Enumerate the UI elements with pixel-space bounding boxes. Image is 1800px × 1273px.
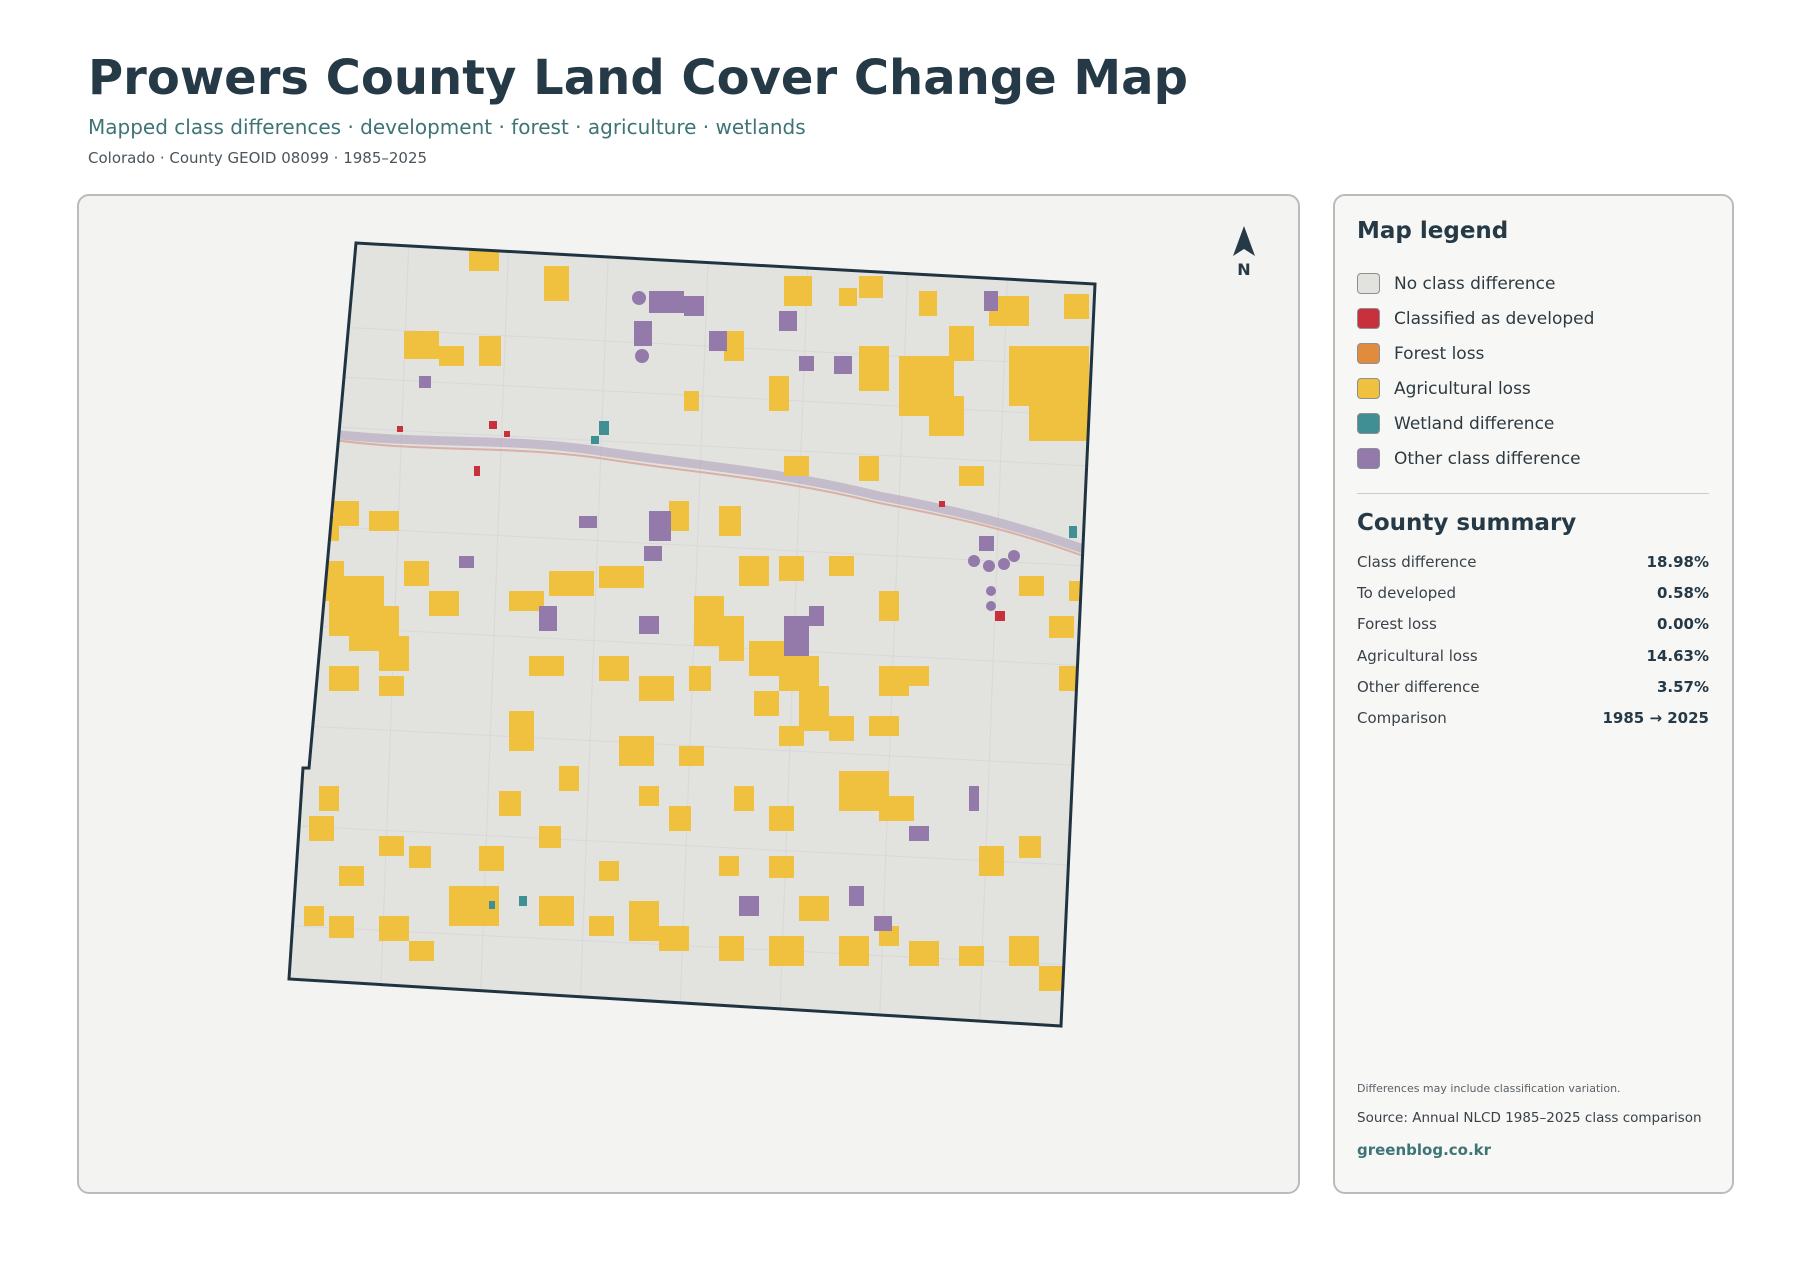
- legend-label: Wetland difference: [1394, 413, 1555, 434]
- legend-swatch: [1357, 413, 1380, 434]
- header: Prowers County Land Cover Change Map Map…: [88, 48, 1688, 168]
- summary-title: County summary: [1357, 510, 1577, 536]
- legend-label: Other class difference: [1394, 448, 1581, 469]
- summary-row: Agricultural loss 14.63%: [1357, 640, 1709, 671]
- north-arrow: N: [1229, 224, 1259, 284]
- map-panel[interactable]: N: [77, 194, 1300, 1194]
- site-link[interactable]: greenblog.co.kr: [1357, 1141, 1491, 1159]
- legend-item: Wetland difference: [1357, 406, 1707, 441]
- legend-item: Classified as developed: [1357, 301, 1707, 336]
- page-title: Prowers County Land Cover Change Map: [88, 50, 1188, 106]
- summary-value: 0.58%: [1656, 583, 1709, 602]
- legend-item: Forest loss: [1357, 336, 1707, 371]
- footnote: Differences may include classification v…: [1357, 1082, 1621, 1095]
- legend-divider: [1357, 493, 1709, 494]
- summary-label: To developed: [1357, 583, 1457, 602]
- summary-value: 1985 → 2025: [1602, 709, 1709, 728]
- legend-panel: Map legend No class difference Classifie…: [1333, 194, 1734, 1194]
- summary-value: 0.00%: [1656, 615, 1709, 634]
- legend-label: Classified as developed: [1394, 308, 1595, 329]
- summary-table: Class difference 18.98% To developed 0.5…: [1357, 546, 1709, 734]
- legend-label: Agricultural loss: [1394, 378, 1531, 399]
- north-label: N: [1237, 260, 1251, 279]
- county-map[interactable]: [79, 196, 1300, 1194]
- page-meta: Colorado · County GEOID 08099 · 1985–202…: [88, 149, 428, 167]
- north-arrow-icon: [1233, 226, 1255, 256]
- summary-label: Class difference: [1357, 552, 1477, 571]
- legend-item: No class difference: [1357, 266, 1707, 301]
- summary-row: Class difference 18.98%: [1357, 546, 1709, 577]
- source-text: Source: Annual NLCD 1985–2025 class comp…: [1357, 1110, 1702, 1126]
- summary-label: Comparison: [1357, 709, 1447, 728]
- legend-item: Other class difference: [1357, 441, 1707, 476]
- legend-swatch: [1357, 308, 1380, 329]
- summary-label: Forest loss: [1357, 615, 1437, 634]
- summary-row: To developed 0.58%: [1357, 577, 1709, 608]
- summary-value: 14.63%: [1646, 646, 1709, 665]
- legend-title: Map legend: [1357, 218, 1509, 244]
- legend-swatch: [1357, 448, 1380, 469]
- legend-swatch: [1357, 273, 1380, 294]
- summary-label: Other difference: [1357, 677, 1480, 696]
- summary-row: Other difference 3.57%: [1357, 671, 1709, 702]
- legend-swatch: [1357, 378, 1380, 399]
- page-subtitle: Mapped class differences · development ·…: [88, 115, 806, 139]
- legend-item: Agricultural loss: [1357, 371, 1707, 406]
- legend-swatch: [1357, 343, 1380, 364]
- summary-label: Agricultural loss: [1357, 646, 1478, 665]
- summary-row: Comparison 1985 → 2025: [1357, 702, 1709, 733]
- summary-value: 3.57%: [1656, 677, 1709, 696]
- legend-label: Forest loss: [1394, 343, 1485, 364]
- summary-value: 18.98%: [1646, 552, 1709, 571]
- legend-label: No class difference: [1394, 273, 1556, 294]
- legend-list: No class difference Classified as develo…: [1357, 266, 1707, 476]
- summary-row: Forest loss 0.00%: [1357, 609, 1709, 640]
